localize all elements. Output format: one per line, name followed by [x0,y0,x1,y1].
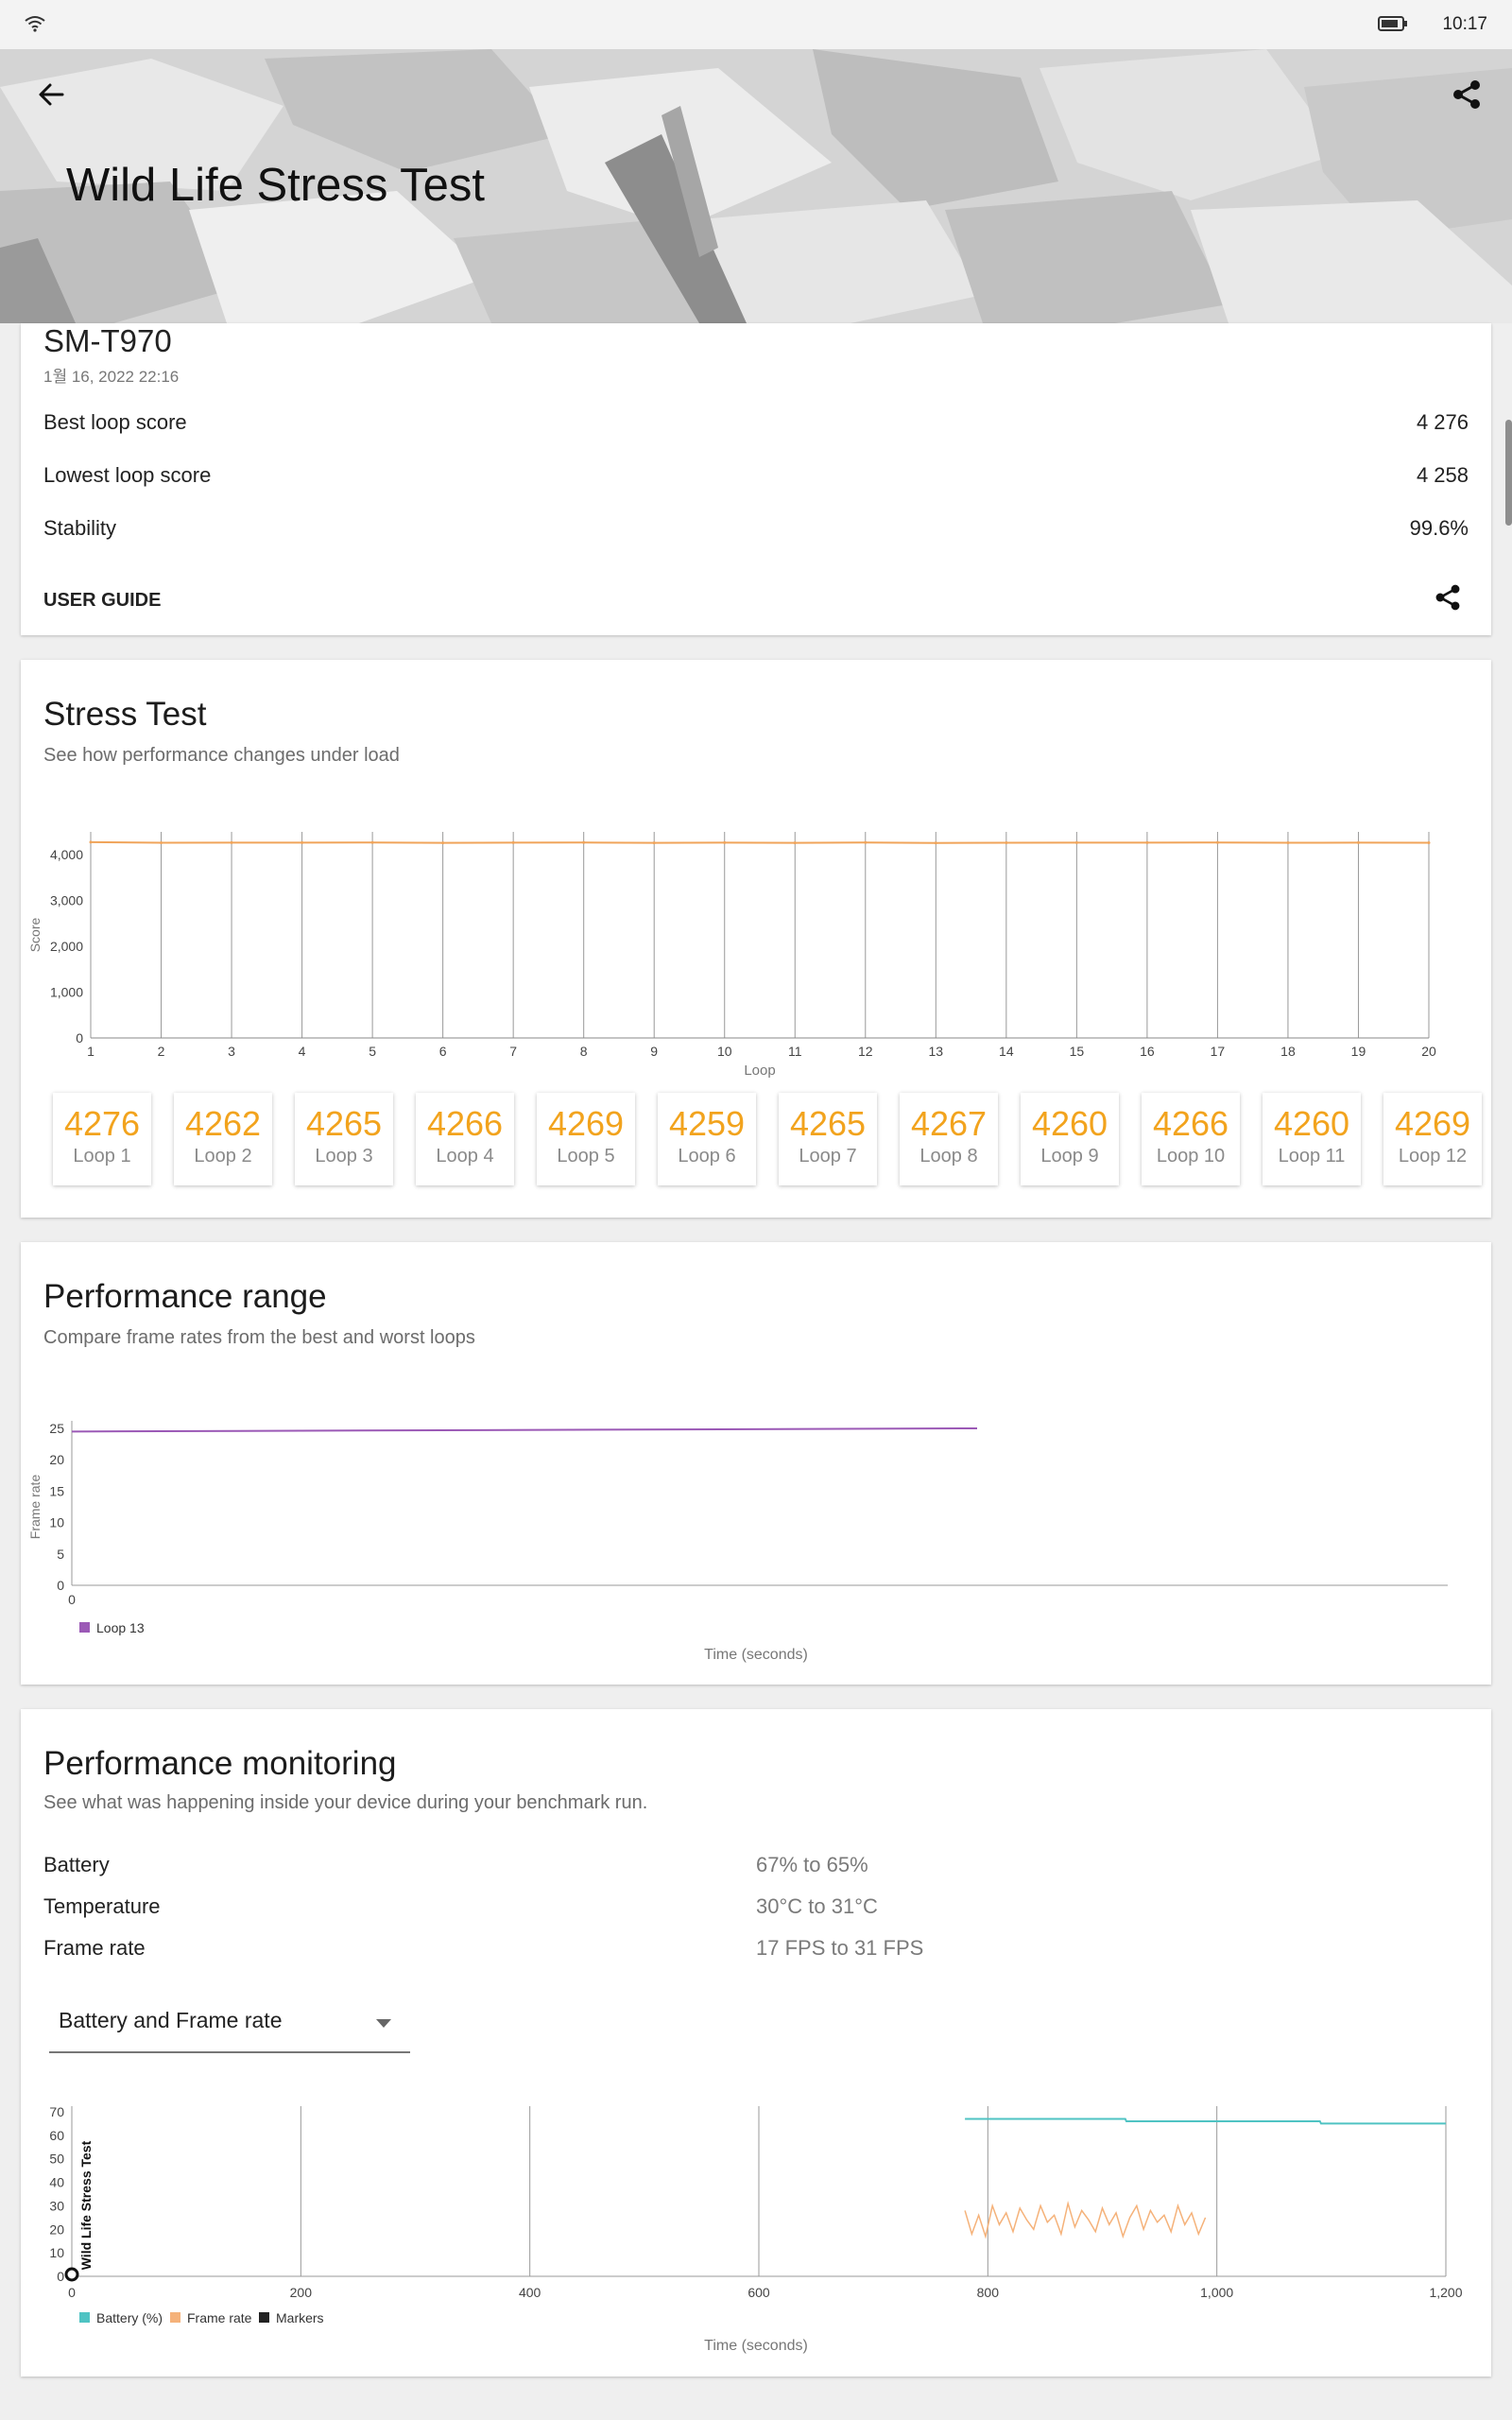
stress-test-subtitle: See how performance changes under load [43,745,400,766]
temperature-value: 30°C to 31°C [756,1894,878,1918]
loop-score-tile[interactable]: 4265 Loop 3 [295,1093,393,1185]
loop-score-label: Loop 4 [436,1146,494,1167]
scrollbar-thumb[interactable] [1505,420,1512,526]
loop-score-tile[interactable]: 4269 Loop 12 [1383,1093,1482,1185]
test-date: 1월 16, 2022 22:16 [43,368,180,386]
user-guide-link[interactable]: USER GUIDE [43,590,161,612]
stability-value: 99.6% [1409,516,1469,540]
frame-rate-value: 17 FPS to 31 FPS [756,1936,924,1960]
metric-select-dropdown[interactable]: Battery and Frame rate [49,1996,410,2053]
loop-score-label: Loop 7 [799,1146,857,1167]
performance-range-subtitle: Compare frame rates from the best and wo… [43,1327,475,1348]
dropdown-arrow-icon [376,2019,391,2028]
loop-score-label: Loop 12 [1398,1146,1468,1167]
loop-score-tile[interactable]: 4265 Loop 7 [779,1093,877,1185]
loop-score-value: 4266 [426,1104,504,1143]
loop-score-label: Loop 10 [1156,1146,1226,1167]
lowest-loop-value: 4 258 [1416,463,1469,487]
share-icon[interactable] [1433,582,1463,613]
status-bar: 10:17 [0,0,1512,49]
header-banner: Wild Life Stress Test [0,49,1512,323]
battery-label: Battery [43,1853,110,1876]
frame-rate-label: Frame rate [43,1936,146,1960]
performance-monitoring-subtitle: See what was happening inside your devic… [43,1792,648,1813]
lowest-loop-label: Lowest loop score [43,463,212,487]
loop-score-label: Loop 3 [315,1146,373,1167]
loop-score-tile[interactable]: 4266 Loop 4 [416,1093,514,1185]
loop-score-value: 4266 [1152,1104,1229,1143]
best-loop-label: Best loop score [43,410,187,434]
stability-label: Stability [43,516,117,540]
device-name: SM-T970 [43,323,172,358]
loop-score-tile[interactable]: 4260 Loop 11 [1263,1093,1361,1185]
loop-score-value: 4276 [63,1104,141,1143]
stress-test-title: Stress Test [43,696,207,733]
loop-score-value: 4259 [668,1104,746,1143]
loop-score-value: 4260 [1273,1104,1350,1143]
clock: 10:17 [1442,14,1487,34]
arrow-left-icon[interactable] [34,78,68,112]
loop-score-value: 4267 [910,1104,988,1143]
loop-score-label: Loop 5 [557,1146,615,1167]
loop-score-value: 4260 [1031,1104,1108,1143]
loop-score-label: Loop 6 [678,1146,736,1167]
loop-score-value: 4269 [1394,1104,1471,1143]
metric-select-value: Battery and Frame rate [59,2008,283,2032]
lowest-loop-row: Lowest loop score 4 258 [43,463,1469,488]
loop-score-tile[interactable]: 4269 Loop 5 [537,1093,635,1185]
summary-card: SM-T970 1월 16, 2022 22:16 Best loop scor… [21,323,1491,635]
loop-score-label: Loop 8 [919,1146,978,1167]
temperature-label: Temperature [43,1894,161,1918]
battery-icon [1378,16,1407,31]
best-loop-row: Best loop score 4 276 [43,410,1469,435]
performance-range-card: Performance range Compare frame rates fr… [21,1242,1491,1685]
loop-score-value: 4269 [547,1104,625,1143]
loop-score-label: Loop 1 [73,1146,131,1167]
battery-value: 67% to 65% [756,1853,868,1876]
loop-score-tile[interactable]: 4259 Loop 6 [658,1093,756,1185]
page-title: Wild Life Stress Test [66,160,485,211]
wifi-icon [25,16,45,32]
loop-score-tile[interactable]: 4262 Loop 2 [174,1093,272,1185]
loop-score-value: 4265 [789,1104,867,1143]
loop-score-label: Loop 2 [194,1146,252,1167]
best-loop-value: 4 276 [1416,410,1469,434]
loop-score-value: 4265 [305,1104,383,1143]
loop-score-label: Loop 11 [1278,1146,1346,1167]
loop-score-tile[interactable]: 4267 Loop 8 [900,1093,998,1185]
loop-score-tile[interactable]: 4266 Loop 10 [1142,1093,1240,1185]
stability-row: Stability 99.6% [43,516,1469,541]
loop-score-tile[interactable]: 4260 Loop 9 [1021,1093,1119,1185]
performance-range-title: Performance range [43,1278,327,1315]
loop-score-value: 4262 [184,1104,262,1143]
share-icon[interactable] [1450,78,1484,112]
loop-score-label: Loop 9 [1040,1146,1099,1167]
loop-score-tile[interactable]: 4276 Loop 1 [53,1093,151,1185]
performance-monitoring-title: Performance monitoring [43,1745,397,1782]
